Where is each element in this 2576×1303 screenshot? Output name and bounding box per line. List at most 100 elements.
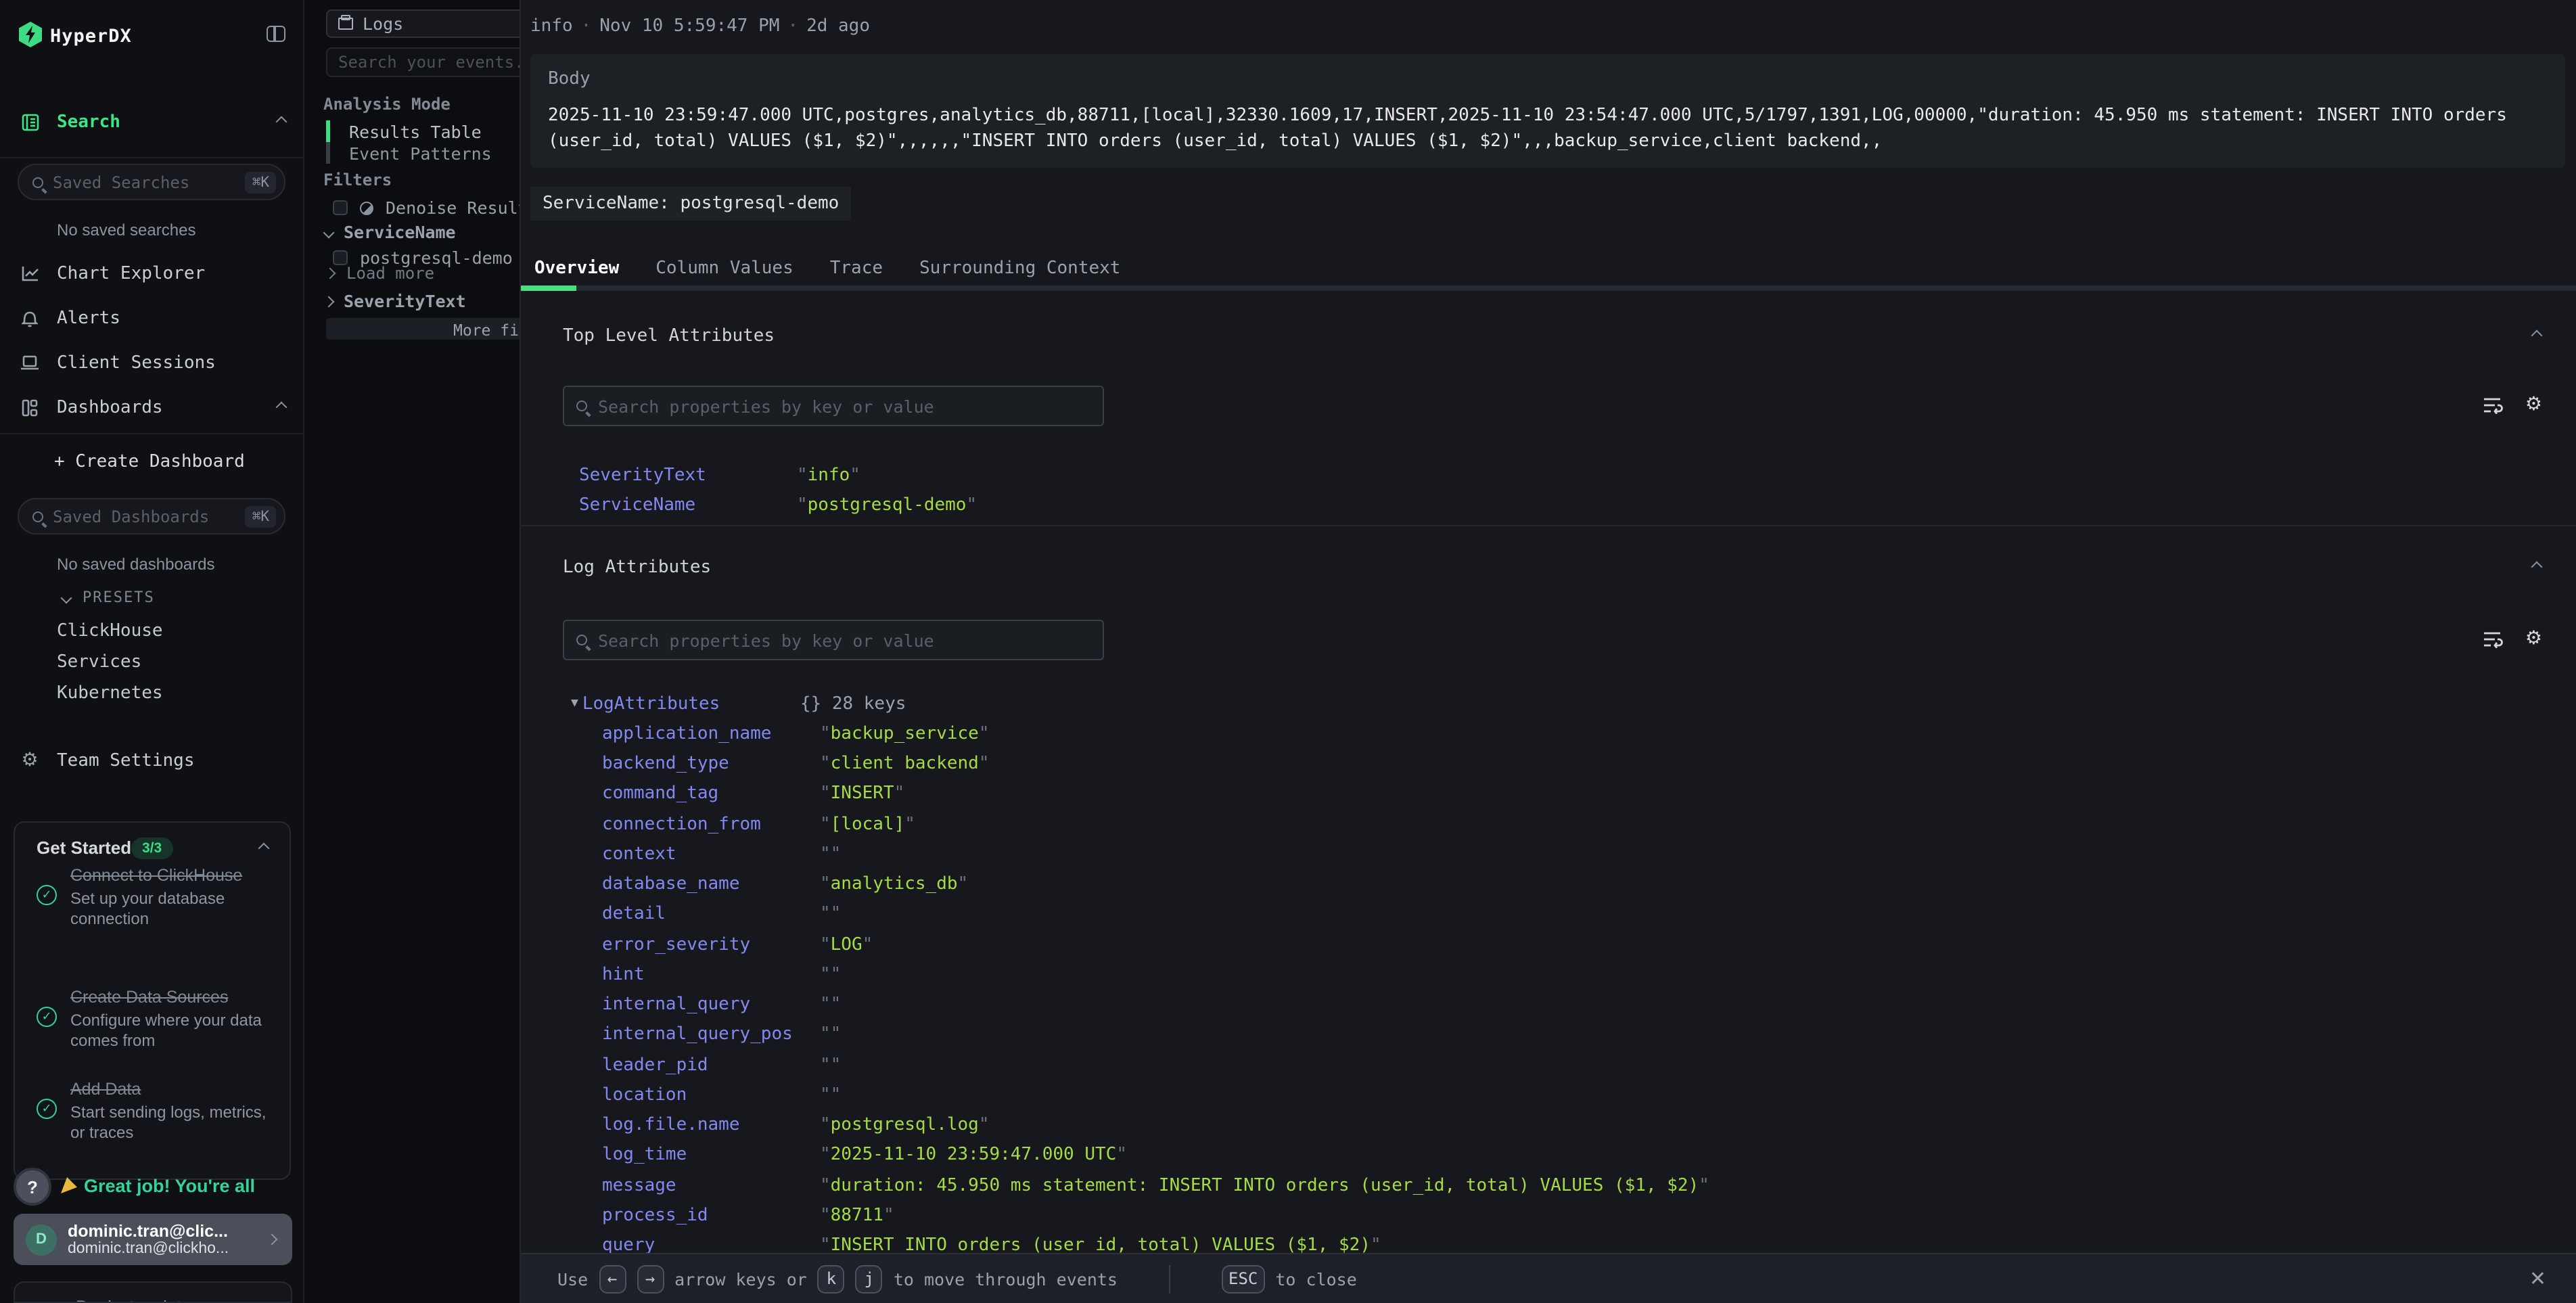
attribute-key[interactable]: detail [602,905,820,925]
servicename-filter-group[interactable]: ServiceName [325,222,456,242]
attribute-value[interactable]: "INSERT" [820,784,904,804]
tab-column-values[interactable]: Column Values [656,258,794,278]
attribute-key[interactable]: leader_pid [602,1055,820,1075]
denoise-filter-row[interactable]: Denoise Results [333,198,521,218]
get-started-title: Get Started [37,838,131,858]
bottom-partial-card[interactable]: Product updates [14,1281,292,1303]
wrap-lines-icon[interactable] [2483,630,2504,647]
attribute-key[interactable]: error_severity [602,934,820,955]
load-more-row[interactable]: Load more [326,264,434,283]
service-checkbox[interactable] [333,250,348,265]
saved-dashboards-input[interactable]: Saved Dashboards ⌘K [18,498,285,534]
sidebar-item-chart-explorer[interactable]: Chart Explorer [0,254,304,292]
attribute-key[interactable]: command_tag [602,784,820,804]
sidebar-item-team-settings[interactable]: ⚙ Team Settings [0,741,304,779]
attribute-value[interactable]: "info" [797,465,860,485]
attribute-key[interactable]: query [602,1235,820,1253]
tab-surrounding-context[interactable]: Surrounding Context [919,258,1120,278]
attribute-value[interactable]: "LOG" [820,934,873,955]
preset-item[interactable]: Kubernetes [57,683,163,704]
attribute-key[interactable]: location [602,1085,820,1105]
attribute-value[interactable]: "" [820,1055,841,1075]
get-started-item[interactable]: ✓ Add Data Start sending logs, metrics, … [37,1080,273,1143]
sidebar-item-client-sessions[interactable]: Client Sessions [0,344,304,382]
search-nav-icon [20,113,39,131]
collapse-section-icon[interactable] [2531,562,2543,573]
mode-event-patterns[interactable]: Event Patterns [326,142,492,164]
sidebar-item-search[interactable]: Search [0,103,304,141]
create-dashboard-button[interactable]: + Create Dashboard [0,442,304,480]
denoise-checkbox[interactable] [333,200,348,215]
attribute-value[interactable]: "" [820,844,841,865]
attribute-key[interactable]: log_time [602,1145,820,1166]
event-header-meta: info·Nov 10 5:59:47 PM·2d ago [530,16,870,37]
preset-item[interactable]: Services [57,652,141,672]
tab-trace[interactable]: Trace [830,258,883,278]
attribute-value[interactable]: "[local]" [820,814,915,834]
attribute-key[interactable]: log.file.name [602,1115,820,1135]
attribute-value[interactable]: "client backend" [820,754,989,774]
sidebar-collapse-icon[interactable] [267,26,285,42]
attribute-value[interactable]: "2025-11-10 23:59:47.000 UTC" [820,1145,1127,1166]
attribute-key[interactable]: internal_query_pos [602,1025,820,1045]
attribute-row: location "" [602,1080,2549,1111]
attribute-value[interactable]: "postgresql-demo" [797,495,977,516]
mode-results-table[interactable]: Results Table [326,120,482,142]
attribute-key[interactable]: internal_query [602,995,820,1015]
collapse-section-icon[interactable] [2531,330,2543,342]
attribute-key[interactable]: connection_from [602,814,820,834]
more-filters-label: More filters [453,321,521,340]
attribute-value[interactable]: "" [820,965,841,985]
top-level-search-input[interactable]: Search properties by key or value [563,386,1104,426]
gear-icon[interactable]: ⚙ [2525,395,2542,414]
presets-toggle[interactable]: PRESETS [62,589,155,606]
sidebar-item-alerts[interactable]: Alerts [0,299,304,337]
step-desc: Set up your database connection [70,889,273,930]
arrow-left-keycap: ← [599,1264,626,1293]
attribute-key[interactable]: application_name [602,724,820,744]
attribute-value[interactable]: "" [820,905,841,925]
attribute-key[interactable]: message [602,1175,820,1195]
attribute-key[interactable]: process_id [602,1206,820,1226]
user-profile-card[interactable]: D dominic.tran@clic... dominic.tran@clic… [14,1214,292,1265]
attribute-value[interactable]: "" [820,1025,841,1045]
tab-overview[interactable]: Overview [534,258,619,278]
attribute-value[interactable]: "" [820,1085,841,1105]
attribute-key[interactable]: database_name [602,874,820,894]
logattributes-root-row[interactable]: ▼ LogAttributes {} 28 keys [571,689,2549,719]
attribute-value[interactable]: "analytics_db" [820,874,968,894]
get-started-item[interactable]: ✓ Create Data Sources Configure where yo… [37,988,273,1051]
event-search-input[interactable]: Search your events... [326,47,521,77]
chevron-up-icon[interactable] [276,402,288,413]
attribute-value[interactable]: "INSERT INTO orders (user_id, total) VAL… [820,1235,1381,1253]
chevron-up-icon[interactable] [258,843,270,854]
attribute-value[interactable]: "" [820,995,841,1015]
gear-icon[interactable]: ⚙ [2525,629,2542,648]
attribute-value[interactable]: "backup_service" [820,724,989,744]
saved-searches-input[interactable]: Saved Searches ⌘K [18,164,285,200]
attribute-key[interactable]: ServiceName [579,495,797,516]
section-title: Log Attributes [563,557,711,578]
chevron-up-icon[interactable] [276,116,288,128]
root-key[interactable]: LogAttributes [582,693,800,714]
preset-item[interactable]: ClickHouse [57,621,163,641]
attribute-value[interactable]: "postgresql.log" [820,1115,989,1135]
attribute-value[interactable]: "duration: 45.950 ms statement: INSERT I… [820,1175,1709,1195]
attribute-value[interactable]: "88711" [820,1206,894,1226]
help-button[interactable]: ? [14,1168,51,1206]
log-attrs-search-input[interactable]: Search properties by key or value [563,620,1104,660]
more-filters-button[interactable]: More filters [326,318,521,340]
attribute-key[interactable]: backend_type [602,754,820,774]
severitytext-filter-group[interactable]: SeverityText [325,291,466,311]
logs-source-icon [338,18,353,30]
close-icon[interactable]: ✕ [2529,1266,2546,1291]
attribute-key[interactable]: context [602,844,820,865]
sidebar-item-dashboards[interactable]: Dashboards [0,388,304,426]
attribute-key[interactable]: hint [602,965,820,985]
servicename-chip[interactable]: ServiceName: postgresql-demo [530,187,851,221]
wrap-lines-icon[interactable] [2483,396,2504,413]
source-selector-button[interactable]: Logs [326,9,521,38]
user-email: dominic.tran@clickho... [68,1240,268,1258]
attribute-key[interactable]: SeverityText [579,465,797,485]
get-started-item[interactable]: ✓ Connect to ClickHouse Set up your data… [37,866,273,930]
